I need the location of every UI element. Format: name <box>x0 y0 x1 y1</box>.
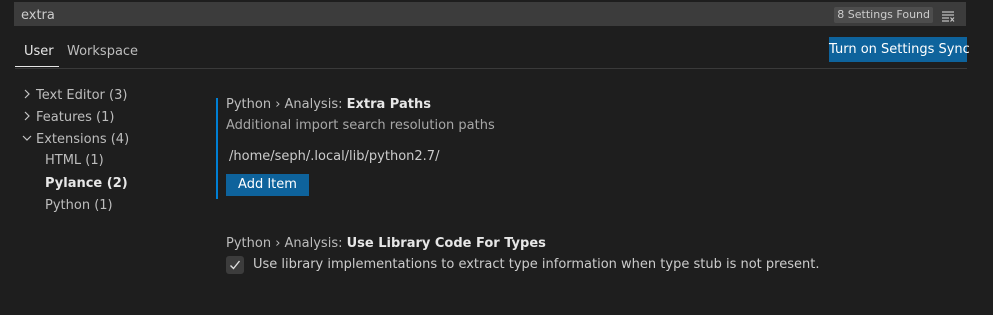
toc-item-label: Features (1) <box>36 110 115 125</box>
toc-item-html[interactable]: HTML (1) <box>45 152 104 170</box>
setting-description: Additional import search resolution path… <box>226 118 495 133</box>
filter-icon[interactable] <box>941 8 955 22</box>
toc-item-extensions[interactable]: Extensions (4) <box>20 131 129 149</box>
toc-item-text-editor[interactable]: Text Editor (3) <box>20 87 127 105</box>
checkbox-label: Use library implementations to extract t… <box>253 257 820 272</box>
add-item-button[interactable]: Add Item <box>226 174 309 196</box>
chevron-right-icon <box>20 109 34 123</box>
search-bar: 8 Settings Found <box>14 2 966 26</box>
setting-title-extra-paths: Python › Analysis: Extra Paths <box>226 96 431 114</box>
setting-title-use-library-code: Python › Analysis: Use Library Code For … <box>226 235 546 253</box>
turn-on-settings-sync-button[interactable]: Turn on Settings Sync <box>829 37 970 62</box>
settings-editor: 8 Settings Found User Workspace Turn on … <box>0 0 993 315</box>
tab-workspace[interactable]: Workspace <box>67 44 138 60</box>
setting-name: Use Library Code For Types <box>346 236 546 251</box>
active-tab-indicator <box>15 66 59 67</box>
tab-user[interactable]: User <box>24 44 54 60</box>
focused-setting-indicator <box>216 98 218 199</box>
toc-item-features[interactable]: Features (1) <box>20 109 114 127</box>
search-input[interactable] <box>21 6 721 24</box>
toc-item-label: HTML (1) <box>45 153 104 168</box>
setting-category: Python › Analysis: <box>226 236 347 251</box>
toc-item-pylance[interactable]: Pylance (2) <box>45 175 128 193</box>
setting-name: Extra Paths <box>346 97 431 112</box>
tabs-divider <box>15 68 967 69</box>
use-library-code-checkbox[interactable] <box>226 256 244 274</box>
extra-path-list-item[interactable]: /home/seph/.local/lib/python2.7/ <box>229 148 439 166</box>
toc-item-python[interactable]: Python (1) <box>45 197 113 215</box>
toc-item-label: Text Editor (3) <box>36 88 128 103</box>
toc-item-label: Python (1) <box>45 198 113 213</box>
chevron-down-icon <box>20 131 34 145</box>
checkmark-icon <box>230 260 241 270</box>
settings-found-badge: 8 Settings Found <box>834 7 933 23</box>
toc-item-label: Pylance (2) <box>45 176 128 191</box>
toc-item-label: Extensions (4) <box>36 132 130 147</box>
chevron-right-icon <box>20 87 34 101</box>
setting-category: Python › Analysis: <box>226 97 347 112</box>
